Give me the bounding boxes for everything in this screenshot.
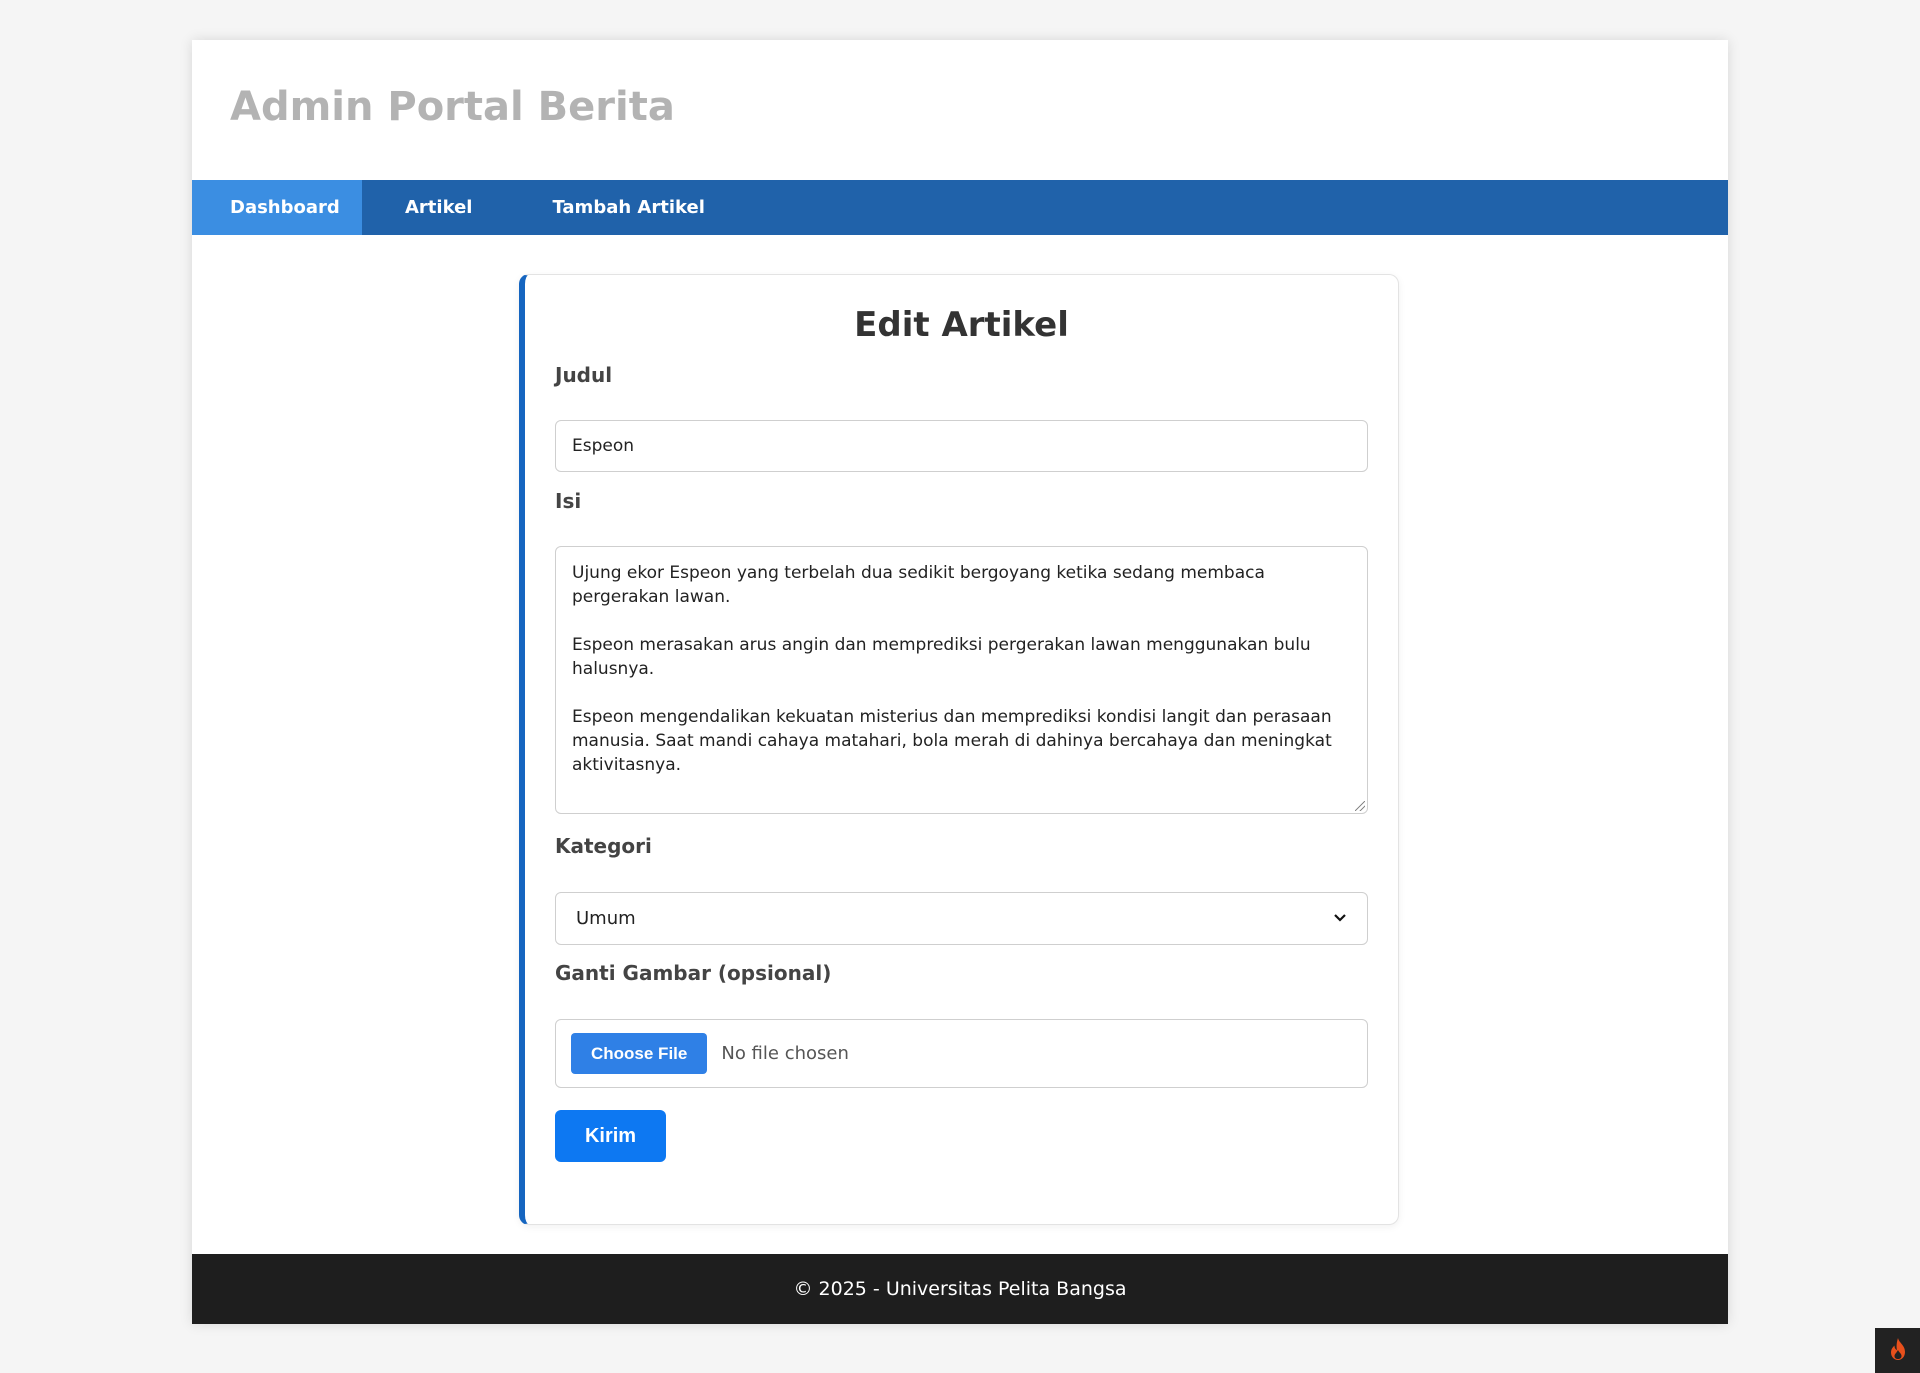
main-nav: Dashboard Artikel Tambah Artikel	[192, 180, 1728, 235]
footer-text: © 2025 - Universitas Pelita Bangsa	[793, 1278, 1127, 1300]
judul-input[interactable]: Espeon	[555, 420, 1368, 472]
resize-handle-icon[interactable]	[1355, 801, 1365, 811]
nav-item-dashboard[interactable]: Dashboard	[192, 180, 362, 235]
fire-icon	[1887, 1337, 1909, 1365]
main-content: Edit Artikel Judul Espeon Isi Ujung ekor…	[192, 235, 1728, 1254]
edit-article-card: Edit Artikel Judul Espeon Isi Ujung ekor…	[519, 274, 1399, 1225]
isi-label: Isi	[555, 489, 582, 513]
footer: © 2025 - Universitas Pelita Bangsa	[192, 1254, 1728, 1324]
chevron-down-icon	[1333, 911, 1347, 927]
choose-file-button[interactable]: Choose File	[571, 1033, 708, 1074]
site-title: Admin Portal Berita	[230, 84, 675, 130]
gambar-file-input: Choose File No file chosen	[555, 1019, 1368, 1088]
isi-text: Ujung ekor Espeon yang terbelah dua sedi…	[572, 563, 1332, 775]
file-status: No file chosen	[721, 1043, 849, 1064]
judul-label: Judul	[555, 363, 613, 387]
corner-badge[interactable]	[1875, 1328, 1920, 1373]
kategori-selected-value: Umum	[576, 908, 636, 929]
isi-textarea[interactable]: Ujung ekor Espeon yang terbelah dua sedi…	[555, 546, 1368, 814]
kategori-label: Kategori	[555, 834, 652, 858]
gambar-label: Ganti Gambar (opsional)	[555, 961, 832, 985]
nav-item-artikel[interactable]: Artikel	[362, 180, 512, 235]
kategori-select[interactable]: Umum	[555, 892, 1368, 945]
nav-item-tambah-artikel[interactable]: Tambah Artikel	[512, 180, 742, 235]
header: Admin Portal Berita	[192, 40, 1728, 180]
submit-button[interactable]: Kirim	[555, 1110, 666, 1162]
form-title: Edit Artikel	[854, 305, 1069, 345]
page-container: Admin Portal Berita Dashboard Artikel Ta…	[192, 40, 1728, 1324]
